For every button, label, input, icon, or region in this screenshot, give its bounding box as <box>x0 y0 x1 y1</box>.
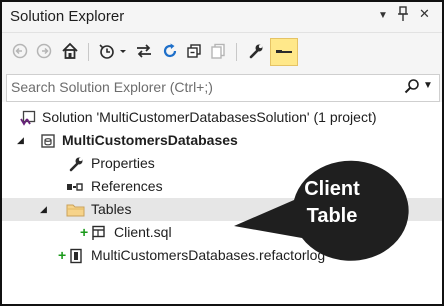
callout-line-2: Table <box>306 205 358 227</box>
callout-bubble <box>234 160 409 261</box>
callout-line-1: Client <box>304 178 360 200</box>
callout-text: Client Table <box>274 176 390 230</box>
solution-explorer-panel: Solution Explorer ▼ ✕ Search Solution Ex… <box>0 0 444 306</box>
